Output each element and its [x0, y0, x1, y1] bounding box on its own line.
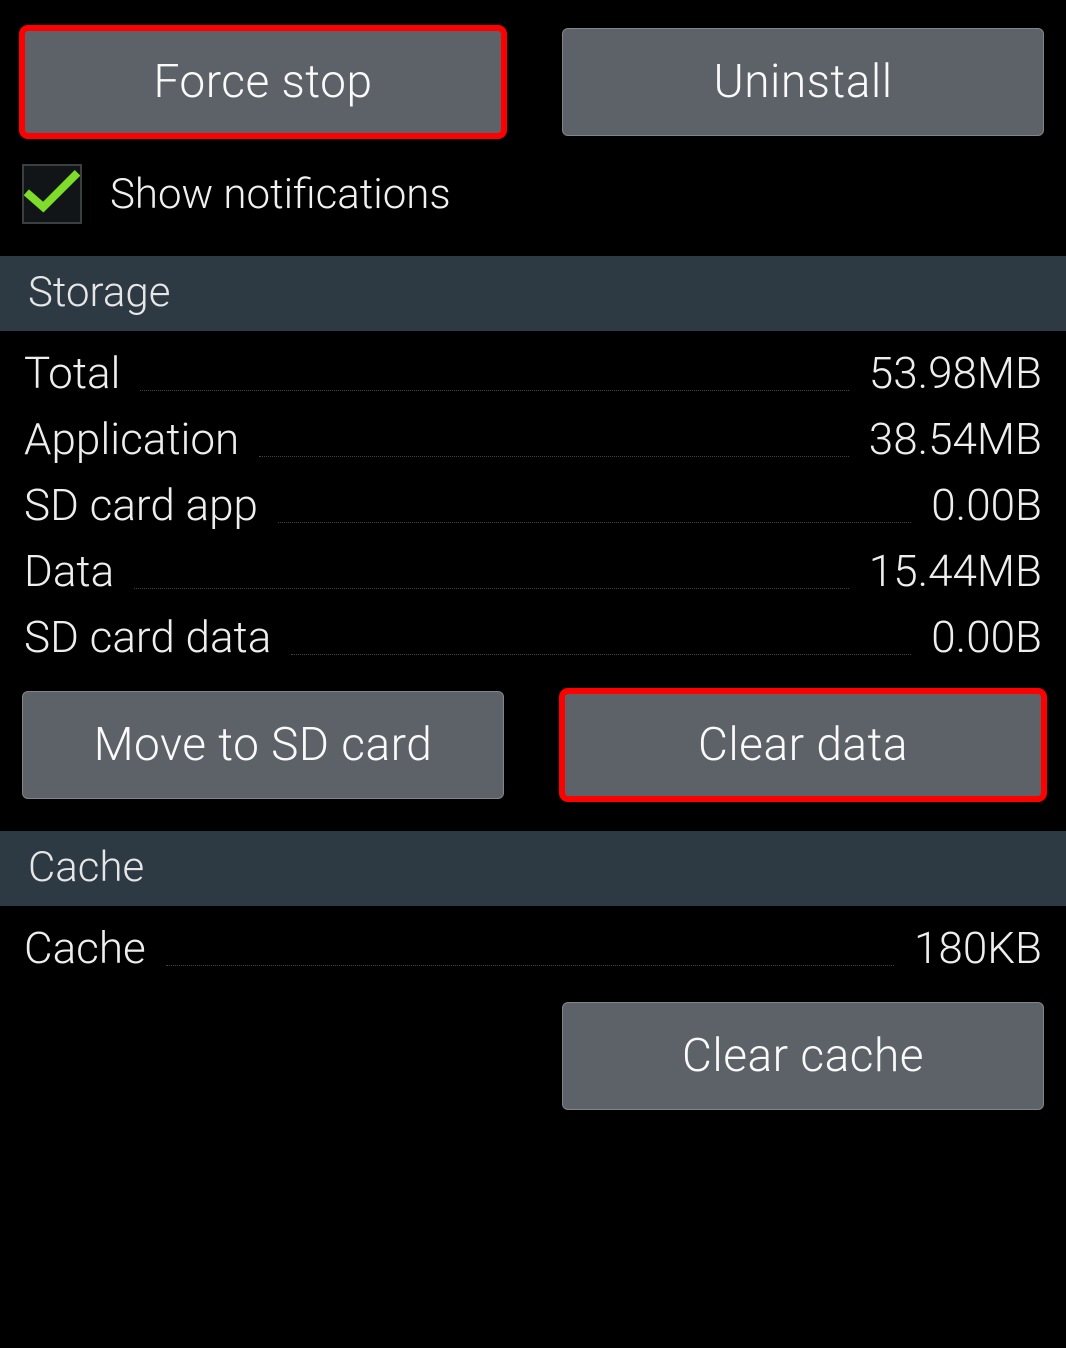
- uninstall-button[interactable]: Uninstall: [562, 28, 1044, 136]
- cache-list: Cache 180KB: [0, 908, 1066, 974]
- storage-application-label: Application: [24, 413, 239, 465]
- move-to-sd-label: Move to SD card: [94, 718, 433, 772]
- force-stop-label: Force stop: [154, 55, 373, 109]
- divider: [166, 965, 894, 966]
- divider: [278, 522, 911, 523]
- force-stop-button[interactable]: Force stop: [22, 28, 504, 136]
- storage-row-sdcard-data: SD card data 0.00B: [24, 597, 1042, 663]
- show-notifications-row[interactable]: Show notifications: [0, 136, 1066, 254]
- divider: [140, 390, 848, 391]
- storage-data-value: 15.44MB: [869, 545, 1042, 597]
- storage-row-data: Data 15.44MB: [24, 531, 1042, 597]
- clear-cache-button[interactable]: Clear cache: [562, 1002, 1044, 1110]
- storage-row-application: Application 38.54MB: [24, 399, 1042, 465]
- show-notifications-checkbox[interactable]: [22, 164, 82, 224]
- checkmark-icon: [24, 169, 80, 219]
- cache-value: 180KB: [914, 922, 1042, 974]
- cache-row: Cache 180KB: [24, 908, 1042, 974]
- storage-sdcard-data-label: SD card data: [24, 611, 271, 663]
- show-notifications-label: Show notifications: [110, 170, 451, 219]
- storage-total-label: Total: [24, 347, 120, 399]
- top-action-row: Force stop Uninstall: [0, 0, 1066, 136]
- storage-list: Total 53.98MB Application 38.54MB SD car…: [0, 333, 1066, 663]
- cache-label: Cache: [24, 922, 146, 974]
- storage-data-label: Data: [24, 545, 114, 597]
- storage-total-value: 53.98MB: [869, 347, 1042, 399]
- storage-header: Storage: [0, 254, 1066, 333]
- cache-header: Cache: [0, 829, 1066, 908]
- storage-row-sdcard-app: SD card app 0.00B: [24, 465, 1042, 531]
- clear-cache-label: Clear cache: [682, 1029, 924, 1083]
- storage-sdcard-app-value: 0.00B: [931, 479, 1042, 531]
- storage-row-total: Total 53.98MB: [24, 333, 1042, 399]
- storage-button-row: Move to SD card Clear data: [0, 663, 1066, 829]
- uninstall-label: Uninstall: [713, 55, 892, 109]
- move-to-sd-button[interactable]: Move to SD card: [22, 691, 504, 799]
- divider: [259, 456, 849, 457]
- storage-sdcard-app-label: SD card app: [24, 479, 258, 531]
- clear-data-button[interactable]: Clear data: [562, 691, 1044, 799]
- clear-data-label: Clear data: [698, 718, 908, 772]
- divider: [134, 588, 849, 589]
- storage-sdcard-data-value: 0.00B: [931, 611, 1042, 663]
- storage-application-value: 38.54MB: [869, 413, 1042, 465]
- cache-button-row: Clear cache: [0, 974, 1066, 1140]
- divider: [291, 654, 911, 655]
